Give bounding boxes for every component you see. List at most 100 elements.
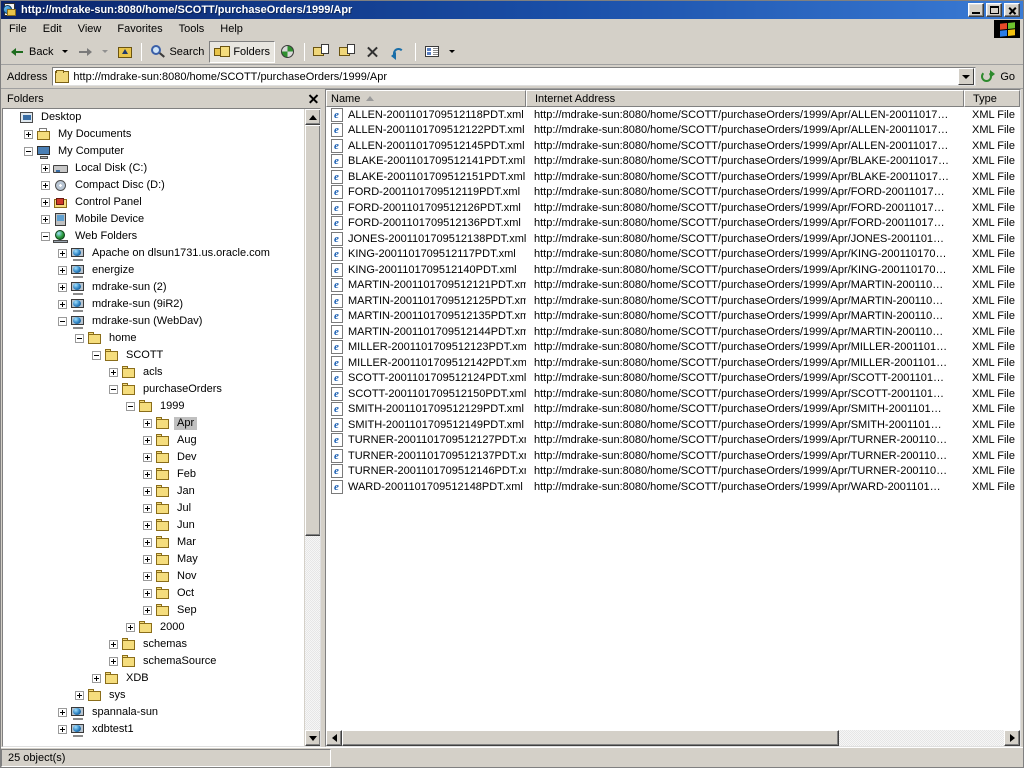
tree-item-mdrake-sun-webdav[interactable]: mdrake-sun (WebDav) <box>3 313 304 330</box>
delete-button[interactable] <box>360 41 386 63</box>
copy-to-button[interactable] <box>334 41 360 63</box>
file-list-hscroll-track[interactable] <box>342 730 1004 746</box>
expand-icon[interactable] <box>92 674 101 683</box>
expand-icon[interactable] <box>58 725 67 734</box>
expand-icon[interactable] <box>41 181 50 190</box>
file-row[interactable]: eMARTIN-2001101709512121PDT.xmlhttp://md… <box>326 278 1020 294</box>
expand-icon[interactable] <box>58 266 67 275</box>
tree-item-jul[interactable]: Jul <box>3 500 304 517</box>
file-row[interactable]: eSMITH-2001101709512129PDT.xmlhttp://mdr… <box>326 402 1020 418</box>
expand-icon[interactable] <box>143 572 152 581</box>
file-list-hscroll-thumb[interactable] <box>342 730 839 746</box>
folders-tree[interactable]: DesktopMy DocumentsMy ComputerLocal Disk… <box>3 109 304 746</box>
column-header-type[interactable]: Type <box>964 90 1020 107</box>
expand-icon[interactable] <box>143 487 152 496</box>
expand-icon[interactable] <box>143 453 152 462</box>
tree-item-dev[interactable]: Dev <box>3 449 304 466</box>
tree-item-schemasource[interactable]: schemaSource <box>3 653 304 670</box>
tree-item-purchaseorders[interactable]: purchaseOrders <box>3 381 304 398</box>
tree-scroll-thumb[interactable] <box>305 125 321 536</box>
back-dropdown-icon[interactable] <box>62 50 68 53</box>
tree-item-my-documents[interactable]: My Documents <box>3 126 304 143</box>
search-button[interactable]: Search <box>145 41 209 63</box>
menu-tools[interactable]: Tools <box>171 21 213 37</box>
file-row[interactable]: eMILLER-2001101709512123PDT.xmlhttp://md… <box>326 340 1020 356</box>
file-row[interactable]: eTURNER-2001101709512146PDT.xmlhttp://md… <box>326 464 1020 480</box>
menu-edit[interactable]: Edit <box>35 21 70 37</box>
tree-item-local-disk-c[interactable]: Local Disk (C:) <box>3 160 304 177</box>
tree-item-sep[interactable]: Sep <box>3 602 304 619</box>
tree-item-my-computer[interactable]: My Computer <box>3 143 304 160</box>
restore-button[interactable] <box>986 3 1002 17</box>
tree-item-spannala-sun[interactable]: spannala-sun <box>3 704 304 721</box>
expand-icon[interactable] <box>41 215 50 224</box>
file-row[interactable]: eKING-2001101709512117PDT.xmlhttp://mdra… <box>326 247 1020 263</box>
go-button[interactable]: Go <box>976 66 1021 88</box>
expand-icon[interactable] <box>143 504 152 513</box>
tree-item-mar[interactable]: Mar <box>3 534 304 551</box>
expand-icon[interactable] <box>58 249 67 258</box>
tree-item-apache-on-dlsun1731-us-oracle-com[interactable]: Apache on dlsun1731.us.oracle.com <box>3 245 304 262</box>
expand-icon[interactable] <box>41 198 50 207</box>
tree-item-mdrake-sun-9ir2[interactable]: mdrake-sun (9iR2) <box>3 296 304 313</box>
file-row[interactable]: eSMITH-2001101709512149PDT.xmlhttp://mdr… <box>326 417 1020 433</box>
tree-item-2000[interactable]: 2000 <box>3 619 304 636</box>
chevron-down-icon[interactable] <box>958 68 974 85</box>
file-row[interactable]: eSCOTT-2001101709512124PDT.xmlhttp://mdr… <box>326 371 1020 387</box>
column-header-name[interactable]: Name <box>326 90 526 107</box>
menu-file[interactable]: File <box>1 21 35 37</box>
tree-item-xdb[interactable]: XDB <box>3 670 304 687</box>
address-input[interactable]: http://mdrake-sun:8080/home/SCOTT/purcha… <box>52 67 976 86</box>
collapse-icon[interactable] <box>24 147 33 156</box>
file-row[interactable]: eFORD-2001101709512119PDT.xmlhttp://mdra… <box>326 185 1020 201</box>
tree-scroll-track[interactable] <box>305 125 320 730</box>
tree-item-jan[interactable]: Jan <box>3 483 304 500</box>
menu-help[interactable]: Help <box>212 21 251 37</box>
views-dropdown-icon[interactable] <box>449 50 455 53</box>
expand-icon[interactable] <box>75 691 84 700</box>
menu-view[interactable]: View <box>70 21 110 37</box>
tree-item-sys[interactable]: sys <box>3 687 304 704</box>
tree-item-nov[interactable]: Nov <box>3 568 304 585</box>
file-row[interactable]: eMARTIN-2001101709512135PDT.xmlhttp://md… <box>326 309 1020 325</box>
tree-vertical-scrollbar[interactable] <box>304 109 320 746</box>
back-button[interactable]: Back <box>5 41 58 63</box>
collapse-icon[interactable] <box>75 334 84 343</box>
tree-item-mdrake-sun-2[interactable]: mdrake-sun (2) <box>3 279 304 296</box>
file-list-body[interactable]: eALLEN-2001101709512118PDT.xmlhttp://mdr… <box>326 107 1020 730</box>
expand-icon[interactable] <box>143 470 152 479</box>
file-row[interactable]: eFORD-2001101709512136PDT.xmlhttp://mdra… <box>326 216 1020 232</box>
collapse-icon[interactable] <box>92 351 101 360</box>
history-button[interactable] <box>275 41 301 63</box>
menu-favorites[interactable]: Favorites <box>109 21 170 37</box>
tree-item-1999[interactable]: 1999 <box>3 398 304 415</box>
tree-item-acls[interactable]: acls <box>3 364 304 381</box>
file-row[interactable]: eTURNER-2001101709512127PDT.xmlhttp://md… <box>326 433 1020 449</box>
tree-item-mobile-device[interactable]: Mobile Device <box>3 211 304 228</box>
file-row[interactable]: eALLEN-2001101709512118PDT.xmlhttp://mdr… <box>326 107 1020 123</box>
tree-item-control-panel[interactable]: Control Panel <box>3 194 304 211</box>
file-list-horizontal-scrollbar[interactable] <box>326 730 1020 746</box>
expand-icon[interactable] <box>143 419 152 428</box>
file-row[interactable]: eKING-2001101709512140PDT.xmlhttp://mdra… <box>326 262 1020 278</box>
expand-icon[interactable] <box>143 521 152 530</box>
column-header-internet-address[interactable]: Internet Address <box>526 90 964 107</box>
expand-icon[interactable] <box>58 300 67 309</box>
undo-button[interactable] <box>386 41 412 63</box>
close-button[interactable] <box>1004 3 1020 17</box>
expand-icon[interactable] <box>143 606 152 615</box>
collapse-icon[interactable] <box>58 317 67 326</box>
expand-icon[interactable] <box>58 283 67 292</box>
tree-item-energize[interactable]: energize <box>3 262 304 279</box>
file-row[interactable]: eMILLER-2001101709512142PDT.xmlhttp://md… <box>326 355 1020 371</box>
tree-item-feb[interactable]: Feb <box>3 466 304 483</box>
collapse-icon[interactable] <box>109 385 118 394</box>
tree-item-apr[interactable]: Apr <box>3 415 304 432</box>
file-row[interactable]: eALLEN-2001101709512145PDT.xmlhttp://mdr… <box>326 138 1020 154</box>
scroll-up-icon[interactable] <box>305 109 321 125</box>
tree-item-compact-disc-d[interactable]: Compact Disc (D:) <box>3 177 304 194</box>
expand-icon[interactable] <box>109 640 118 649</box>
forward-button[interactable] <box>72 41 98 63</box>
expand-icon[interactable] <box>126 623 135 632</box>
file-row[interactable]: eSCOTT-2001101709512150PDT.xmlhttp://mdr… <box>326 386 1020 402</box>
